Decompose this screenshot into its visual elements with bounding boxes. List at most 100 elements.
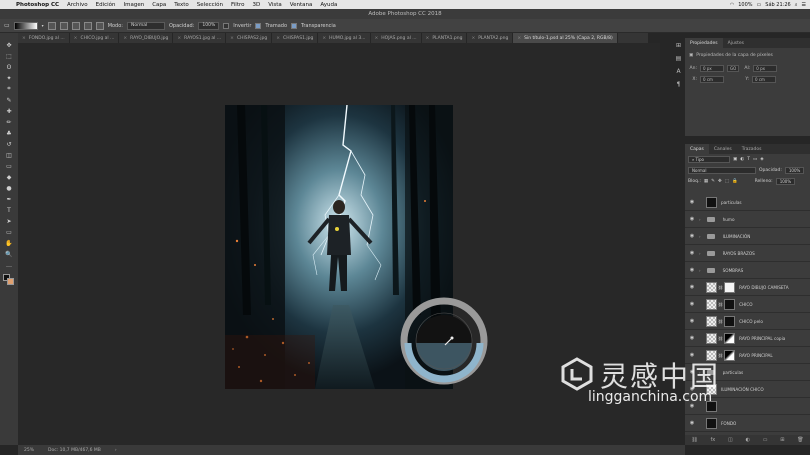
link-layers-icon[interactable]: ⛓ — [691, 437, 697, 443]
menu-capa[interactable]: Capa — [148, 2, 170, 8]
layer-group-row[interactable]: ◉ › ILUMINACIÓN — [685, 228, 810, 245]
layer-mask-thumbnail[interactable] — [724, 332, 736, 344]
lock-paint-icon[interactable]: ✎ — [711, 179, 715, 184]
x-field[interactable]: 0 cm — [700, 76, 724, 83]
add-mask-icon[interactable]: ◫ — [728, 437, 733, 443]
more-icon[interactable]: … — [4, 261, 14, 269]
layer-style-icon[interactable]: fx — [711, 437, 716, 443]
brush-icon[interactable]: ✏ — [4, 118, 14, 126]
menu-texto[interactable]: Texto — [170, 2, 193, 8]
close-icon[interactable]: × — [230, 36, 234, 41]
chain-icon[interactable]: ⛓ — [718, 285, 723, 290]
chain-icon[interactable]: ⛓ — [718, 302, 723, 307]
visibility-eye-icon[interactable]: ◉ — [687, 233, 697, 239]
clock[interactable]: Sáb 21:26 — [765, 2, 790, 8]
layer-group-row[interactable]: ◉ › humo — [685, 211, 810, 228]
menu-archivo[interactable]: Archivo — [63, 2, 92, 8]
tab-capas[interactable]: Capas — [685, 144, 709, 154]
new-group-icon[interactable]: ▭ — [763, 437, 768, 443]
filter-pixel-icon[interactable]: ▣ — [733, 157, 737, 162]
chevron-down-icon[interactable]: ▾ — [42, 23, 44, 28]
chevron-right-icon[interactable]: › — [699, 234, 701, 239]
menu-seleccion[interactable]: Selección — [193, 2, 227, 8]
tab-canales[interactable]: Canales — [709, 144, 737, 154]
close-icon[interactable]: × — [123, 36, 127, 41]
blend-mode-select[interactable]: Normal — [688, 167, 756, 174]
crop-icon[interactable]: ⌗ — [4, 85, 14, 93]
invert-checkbox[interactable] — [223, 22, 230, 29]
battery-icon[interactable]: ▭ — [757, 2, 762, 8]
gradient-tool-icon[interactable]: ▭ — [4, 22, 10, 29]
dither-checkbox[interactable] — [255, 22, 262, 29]
radial-gradient-icon[interactable] — [59, 21, 68, 30]
magic-wand-icon[interactable]: ✦ — [4, 74, 14, 82]
layer-row[interactable]: ◉ ⛓ CHICO pelo — [685, 313, 810, 330]
visibility-eye-icon[interactable]: ◉ — [687, 318, 697, 324]
hand-icon[interactable]: ✋ — [4, 239, 14, 247]
eyedropper-icon[interactable]: ✎ — [4, 96, 14, 104]
marquee-icon[interactable]: ⬚ — [4, 52, 14, 60]
lock-artboard-icon[interactable]: ⬚ — [725, 179, 729, 184]
transparency-checkbox[interactable] — [291, 22, 298, 29]
menu-ventana[interactable]: Ventana — [286, 2, 317, 8]
menu-app[interactable]: Photoshop CC — [12, 2, 63, 8]
menu-vista[interactable]: Vista — [264, 2, 286, 8]
layer-row[interactable]: ◉ ⛓ RAYO DIBUJO CAMISETA — [685, 279, 810, 296]
width-field[interactable]: 0 px — [700, 65, 724, 72]
blur-icon[interactable]: ◆ — [4, 173, 14, 181]
layer-row[interactable]: ◉ FONDO — [685, 415, 810, 432]
type-icon[interactable]: T — [4, 206, 14, 214]
dodge-icon[interactable]: ● — [4, 184, 14, 192]
healing-icon[interactable]: ✚ — [4, 107, 14, 115]
document-tab[interactable]: × RAYO_DIBUJO.jpg — [119, 33, 174, 43]
visibility-eye-icon[interactable]: ◉ — [687, 216, 697, 222]
document-tab[interactable]: × HOJAS.png al ... — [371, 33, 422, 43]
gradient-picker[interactable] — [13, 21, 38, 30]
angle-gradient-icon[interactable] — [71, 21, 80, 30]
history-panel-icon[interactable]: ⊞ — [676, 42, 681, 49]
reflected-gradient-icon[interactable] — [83, 21, 92, 30]
tab-propiedades[interactable]: Propiedades — [685, 38, 723, 48]
close-icon[interactable]: × — [276, 36, 280, 41]
layer-filter-select[interactable]: ⌕ Tipo — [688, 156, 730, 163]
document-tab[interactable]: × CHISPAS2.jpg — [226, 33, 273, 43]
visibility-eye-icon[interactable]: ◉ — [687, 301, 697, 307]
visibility-eye-icon[interactable]: ◉ — [687, 420, 697, 426]
filter-smart-icon[interactable]: ◈ — [760, 157, 763, 162]
document-tab[interactable]: × PLANTA2.png — [467, 33, 514, 43]
lock-all-icon[interactable]: 🔒 — [732, 179, 738, 184]
visibility-eye-icon[interactable]: ◉ — [687, 267, 697, 273]
menu-ayuda[interactable]: Ayuda — [316, 2, 341, 8]
layer-row[interactable]: ◉ particulas — [685, 194, 810, 211]
chevron-right-icon[interactable]: › — [699, 268, 701, 273]
history-brush-icon[interactable]: ↺ — [4, 140, 14, 148]
zoom-icon[interactable]: 🔍 — [4, 250, 14, 258]
paragraph-panel-icon[interactable]: ¶ — [677, 81, 681, 88]
chevron-right-icon[interactable]: › — [115, 448, 117, 453]
close-icon[interactable]: × — [517, 36, 521, 41]
properties-panel-icon[interactable]: ▤ — [676, 55, 682, 62]
layer-group-row[interactable]: ◉ › RAYOS BRAZOS — [685, 245, 810, 262]
search-icon[interactable]: ⌕ — [795, 2, 798, 8]
diamond-gradient-icon[interactable] — [95, 21, 104, 30]
document-tab[interactable]: × FONDO.jpg al ... — [18, 33, 70, 43]
gradient-icon[interactable]: ▭ — [4, 162, 14, 170]
layer-row[interactable]: ◉ ⛓ RAYO PRINCIPAL copia — [685, 330, 810, 347]
layer-mask-thumbnail[interactable] — [724, 281, 736, 293]
layer-row[interactable]: ◉ ⛓ CHICO — [685, 296, 810, 313]
document-tab[interactable]: × HUMO.jpg al 3... — [318, 33, 371, 43]
menu-list-icon[interactable]: ☰ — [802, 2, 806, 8]
lock-pixels-icon[interactable]: ▦ — [704, 179, 708, 184]
visibility-eye-icon[interactable]: ◉ — [687, 284, 697, 290]
document-tab[interactable]: × RAYOS1.jpg al ... — [173, 33, 227, 43]
close-icon[interactable]: × — [322, 36, 326, 41]
chain-icon[interactable]: ⛓ — [718, 336, 723, 341]
chevron-right-icon[interactable]: › — [699, 217, 701, 222]
close-icon[interactable]: × — [74, 36, 78, 41]
adjustment-layer-icon[interactable]: ◐ — [746, 437, 750, 443]
filter-shape-icon[interactable]: ▭ — [753, 157, 757, 162]
linear-gradient-icon[interactable] — [47, 21, 56, 30]
color-swatches[interactable] — [3, 274, 15, 286]
filter-type-icon[interactable]: T — [747, 157, 750, 162]
menu-edicion[interactable]: Edición — [92, 2, 120, 8]
